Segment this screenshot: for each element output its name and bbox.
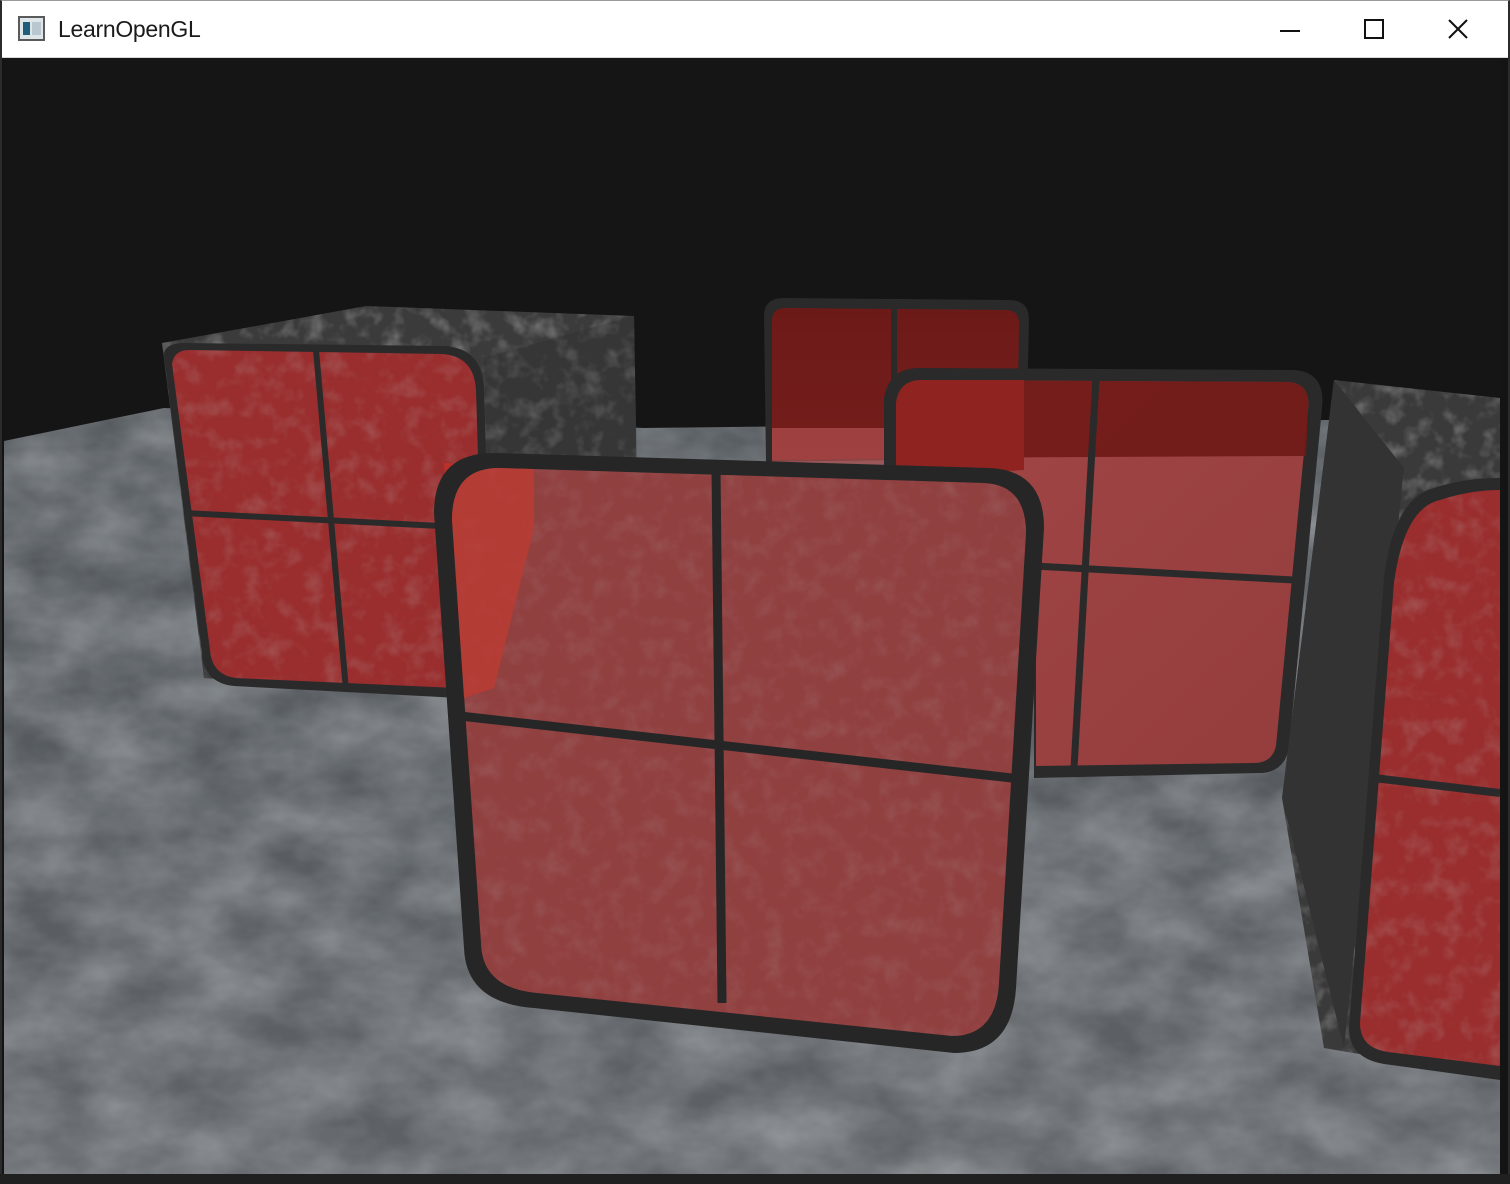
window-bottom-border [0, 1174, 1510, 1184]
close-icon [1448, 19, 1468, 39]
title-bar[interactable]: LearnOpenGL [2, 1, 1508, 58]
front-window-pane [434, 453, 1044, 1053]
minimize-button[interactable] [1248, 1, 1332, 57]
app-window-icon[interactable] [18, 16, 45, 41]
close-button[interactable] [1416, 1, 1500, 57]
window-title: LearnOpenGL [58, 16, 201, 42]
opengl-viewport[interactable] [4, 58, 1500, 1175]
maximize-icon [1364, 19, 1384, 39]
maximize-button[interactable] [1332, 1, 1416, 57]
minimize-icon [1280, 30, 1300, 32]
rendered-scene [4, 58, 1500, 1175]
application-window: LearnOpenGL [0, 0, 1510, 1184]
